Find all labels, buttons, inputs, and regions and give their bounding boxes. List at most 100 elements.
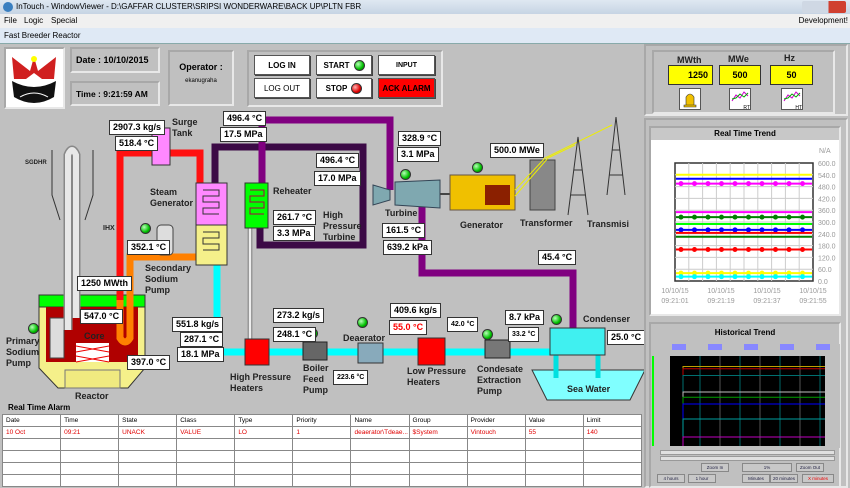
empty-cell <box>408 462 468 475</box>
time-label <box>816 344 830 350</box>
column-header-type[interactable]: Type <box>234 414 294 427</box>
series-marker-4 <box>773 214 778 220</box>
historical-button-0[interactable]: Zoom In <box>701 463 729 472</box>
empty-alarm-row <box>1 462 643 475</box>
input-button[interactable]: INPUT <box>378 55 435 75</box>
condenser <box>549 327 606 356</box>
steam-generator-top <box>195 182 228 226</box>
x-tick-label: 10/10/15 <box>661 288 688 295</box>
y-tick-label: 360.0 <box>818 208 836 215</box>
historical-range-scrollbar[interactable] <box>660 456 835 461</box>
ack-alarm-button[interactable]: ACK ALARM <box>378 78 435 98</box>
column-header-date[interactable]: Date <box>1 414 62 427</box>
historical-button-3[interactable]: 4 hours <box>657 474 685 483</box>
reheater-label: Reheater <box>273 186 312 196</box>
menu-special[interactable]: Special <box>51 14 77 28</box>
historical-button-1[interactable]: 1% <box>742 463 792 472</box>
alarm-cell-time: 09:21 <box>60 426 120 439</box>
turbine-status-icon <box>400 169 411 180</box>
y-tick-label: 0.0 <box>818 279 828 286</box>
series-marker-4 <box>692 214 697 220</box>
column-header-limit[interactable]: Limit <box>582 414 643 427</box>
core-label: Core <box>84 331 105 341</box>
feedwater-temp-value: 287.1 °C <box>180 332 224 347</box>
alarm-cell-provider: Vintouch <box>466 426 526 439</box>
series-marker-6 <box>746 227 751 233</box>
historical-trend-icon[interactable]: HT <box>781 88 803 111</box>
x-tick-label: 10/10/15 <box>753 288 780 295</box>
mode-indicator: Development! <box>798 16 848 25</box>
column-header-time[interactable]: Time <box>60 414 120 427</box>
series-marker-11 <box>719 274 724 280</box>
alarm-table-wrap: Date Time State Class Type Priority Name Group P… <box>1 414 643 487</box>
transformer-label: Transformer <box>520 218 573 228</box>
alarm-cell-date: 10 Oct <box>1 426 62 439</box>
series-marker-11 <box>746 274 751 280</box>
empty-cell <box>582 462 643 475</box>
condenser-status-icon <box>551 314 562 325</box>
logout-button[interactable]: LOG OUT <box>254 78 310 98</box>
y-tick-label: 300.0 <box>818 220 836 227</box>
hz-label: Hz <box>784 53 795 63</box>
historical-button-6[interactable]: 20 minutes <box>770 474 798 483</box>
condenser-in-temp-value: 45.4 °C <box>538 250 577 265</box>
column-header-group[interactable]: Group <box>408 414 468 427</box>
steam-generator-label: Steam Generator <box>150 187 194 208</box>
historical-button-7[interactable]: X minutes <box>802 474 834 483</box>
column-header-priority[interactable]: Priority <box>292 414 352 427</box>
historical-trend-chart[interactable] <box>652 344 840 448</box>
historical-time-scrollbar[interactable] <box>660 450 835 455</box>
login-button[interactable]: LOG IN <box>254 55 310 75</box>
column-header-name[interactable]: Name <box>350 414 410 427</box>
column-header-provider[interactable]: Provider <box>466 414 526 427</box>
series-marker-11 <box>705 274 711 280</box>
alarm-header-row: Date Time State Class Type Priority Name Group P… <box>1 414 643 427</box>
empty-cell <box>1 438 62 451</box>
window-controls[interactable] <box>802 1 846 13</box>
bfp-flow-value: 273.2 kg/s <box>273 308 325 323</box>
stop-label: STOP <box>325 83 348 93</box>
realtime-trend-icon[interactable]: RT <box>729 88 751 111</box>
alarm-cell-group: $System <box>408 426 468 439</box>
sg-out-temp-value: 496.4 °C <box>223 111 267 126</box>
historical-button-4[interactable]: 1 hour <box>688 474 716 483</box>
reactor-label: Reactor <box>75 391 109 401</box>
transmisi-label: Transmisi <box>587 219 630 229</box>
bfp-temp-value: 248.1 °C <box>273 327 317 342</box>
turbine-label: Turbine <box>385 208 418 218</box>
series-marker-9 <box>692 247 697 253</box>
empty-cell <box>176 462 236 475</box>
empty-cell <box>582 450 643 463</box>
date-display: Date : 10/10/2015 <box>70 47 160 73</box>
empty-cell <box>234 450 294 463</box>
condenser-press-value: 8.7 kPa <box>505 310 545 325</box>
empty-alarm-row <box>1 438 643 451</box>
time-label <box>780 344 794 350</box>
rt-icon-text: RT <box>743 105 750 111</box>
empty-cell <box>350 438 410 451</box>
condenser-label: Condenser <box>583 314 631 324</box>
condensate-pump-label: Condesate Extraction Pump <box>477 364 524 396</box>
alarm-row[interactable]: 10 Oct 09:21 UNACK VALUE LO 1 deaerator\Tdeae.… <box>1 426 643 439</box>
column-header-value[interactable]: Value <box>524 414 584 427</box>
menu-logic[interactable]: Logic <box>24 14 43 28</box>
alarm-cell-state: UNACK <box>118 426 178 439</box>
column-header-class[interactable]: Class <box>176 414 236 427</box>
series-marker-6 <box>759 227 765 233</box>
historical-button-2[interactable]: Zoom Out <box>796 463 824 472</box>
alarm-cell-type: LO <box>234 426 294 439</box>
alarm-table[interactable]: Date Time State Class Type Priority Name Group P… <box>1 414 643 487</box>
series-marker-6 <box>705 227 711 233</box>
alarm-bell-icon[interactable] <box>679 88 701 110</box>
realtime-trend-chart[interactable]: N/A 600.0 540.0 480.0 420.0 360.0 300.0 240.0 18… <box>649 138 841 314</box>
core-temp-value: 547.0 °C <box>80 309 124 324</box>
series-marker-11 <box>773 274 778 280</box>
start-button[interactable]: START <box>316 55 372 75</box>
series-marker-6 <box>732 227 738 233</box>
historical-button-5[interactable]: Minutes <box>742 474 770 483</box>
stop-button[interactable]: STOP <box>316 78 372 98</box>
column-header-state[interactable]: State <box>118 414 178 427</box>
menu-file[interactable]: File <box>4 14 17 28</box>
turbine-in-press-value: 3.1 MPa <box>397 147 439 162</box>
series-marker-9 <box>705 247 711 253</box>
